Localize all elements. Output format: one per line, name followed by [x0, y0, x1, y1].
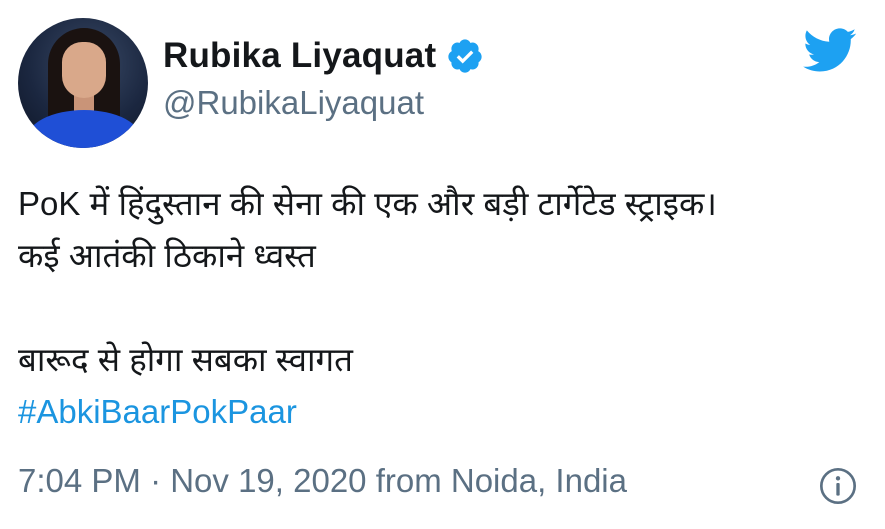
avatar-body — [26, 110, 142, 148]
tweet-card: Rubika Liyaquat @RubikaLiyaquat PoK में … — [0, 0, 885, 529]
hashtag-link[interactable]: #AbkiBaarPokPaar — [18, 386, 878, 438]
user-handle[interactable]: @RubikaLiyaquat — [163, 84, 424, 122]
tweet-line-1: PoK में हिंदुस्तान की सेना की एक और बड़ी… — [18, 185, 717, 222]
tweet-text: PoK में हिंदुस्तान की सेना की एक और बड़ी… — [18, 178, 878, 438]
tweet-timestamp-location[interactable]: 7:04 PM · Nov 19, 2020 from Noida, India — [18, 462, 627, 500]
tweet-line-3: बारूद से होगा सबका स्वागत — [18, 341, 353, 378]
author-name-row: Rubika Liyaquat — [163, 32, 484, 80]
verified-badge-icon — [448, 39, 482, 73]
tweet-line-2: कई आतंकी ठिकाने ध्वस्त — [18, 237, 316, 274]
avatar[interactable] — [18, 18, 148, 148]
twitter-bird-icon[interactable] — [797, 22, 861, 78]
info-icon[interactable] — [818, 466, 858, 506]
avatar-face — [62, 42, 106, 98]
display-name[interactable]: Rubika Liyaquat — [163, 36, 436, 76]
